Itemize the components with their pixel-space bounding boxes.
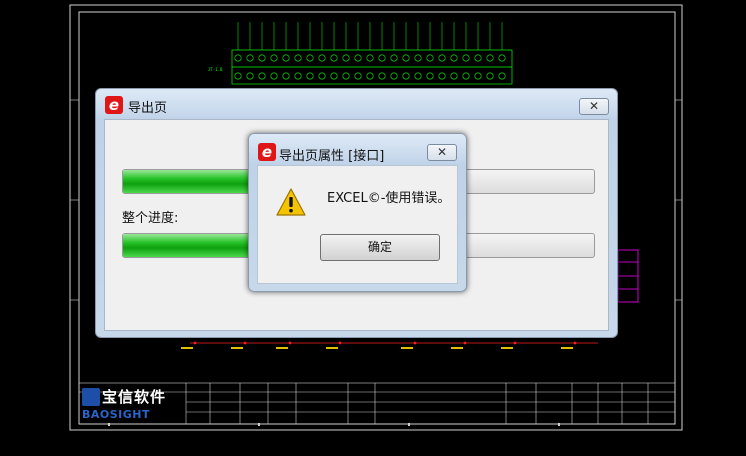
terminal-circle — [342, 54, 350, 62]
terminal-circle — [426, 72, 434, 80]
bus-tag — [231, 347, 243, 349]
terminal-circle — [426, 54, 434, 62]
terminal-circle — [438, 54, 446, 62]
baosight-logo: 宝信软件 BAOSIGHT — [80, 386, 184, 422]
terminal-circle — [234, 54, 242, 62]
terminal-circle — [366, 54, 374, 62]
bus-tag — [561, 347, 573, 349]
e-logo-icon: e — [105, 96, 123, 114]
logo-cn-text: 宝信软件 — [102, 388, 167, 406]
terminal-circle — [330, 72, 338, 80]
alert-dialog-close-button[interactable]: ✕ — [427, 144, 457, 161]
terminal-circle — [258, 72, 266, 80]
terminal-circle — [450, 72, 458, 80]
warning-icon — [276, 188, 306, 216]
bus-node — [338, 341, 342, 345]
svg-text:JT-1.B: JT-1.B — [208, 67, 223, 72]
terminal-circle — [342, 72, 350, 80]
terminal-circle — [294, 54, 302, 62]
bus-tag — [276, 347, 288, 349]
terminal-circle — [486, 54, 494, 62]
bus-node — [573, 341, 577, 345]
terminal-circle — [294, 72, 302, 80]
e-logo-icon: e — [258, 143, 276, 161]
alert-dialog-title: 导出页属性 [接口] — [279, 149, 385, 164]
export-window-title: 导出页 — [128, 101, 168, 116]
terminal-circle — [402, 72, 410, 80]
logo-en-text: BAOSIGHT — [82, 408, 151, 421]
bus-node — [513, 341, 517, 345]
terminal-circle — [474, 54, 482, 62]
bus-node — [288, 341, 292, 345]
terminal-circle — [246, 72, 254, 80]
terminal-circle — [462, 72, 470, 80]
terminal-circle — [390, 54, 398, 62]
alert-message: EXCEL©-使用错误。 — [327, 191, 451, 206]
terminal-circle — [258, 54, 266, 62]
terminal-circle — [486, 72, 494, 80]
terminal-circle — [498, 72, 506, 80]
terminal-circle — [354, 54, 362, 62]
bus-node — [243, 341, 247, 345]
bus-tag — [401, 347, 413, 349]
alert-dialog-client: EXCEL©-使用错误。 确定 — [257, 165, 458, 284]
bus-node — [463, 341, 467, 345]
export-window-close-button[interactable]: ✕ — [579, 98, 609, 115]
terminal-circle — [234, 72, 242, 80]
terminal-circle — [450, 54, 458, 62]
bus-tag — [181, 347, 193, 349]
terminal-circle — [270, 72, 278, 80]
export-window-titlebar[interactable]: e 导出页 ✕ — [96, 89, 617, 117]
ok-button[interactable]: 确定 — [320, 234, 440, 261]
logo-mark — [82, 388, 100, 406]
terminal-circle — [390, 72, 398, 80]
terminal-circle — [366, 72, 374, 80]
alert-dialog: e 导出页属性 [接口] ✕ EXCEL©-使用错误。 确定 — [248, 133, 467, 292]
terminal-circle — [414, 72, 422, 80]
overall-progress-label: 整个进度: — [122, 211, 179, 226]
terminal-circle — [318, 72, 326, 80]
bus-node — [193, 341, 197, 345]
terminal-circle — [378, 72, 386, 80]
terminal-circle — [282, 72, 290, 80]
terminal-circle — [306, 72, 314, 80]
terminal-circle — [282, 54, 290, 62]
terminal-circle — [474, 72, 482, 80]
bus-tag — [451, 347, 463, 349]
terminal-circle — [438, 72, 446, 80]
terminal-circle — [414, 54, 422, 62]
terminal-circle — [402, 54, 410, 62]
terminal-circle — [498, 54, 506, 62]
terminal-circle — [462, 54, 470, 62]
terminal-circle — [330, 54, 338, 62]
bus-tag — [326, 347, 338, 349]
terminal-circle — [378, 54, 386, 62]
terminal-circle — [246, 54, 254, 62]
terminal-circle — [270, 54, 278, 62]
alert-dialog-titlebar[interactable]: e 导出页属性 [接口] ✕ — [249, 134, 466, 164]
bus-node — [413, 341, 417, 345]
terminal-circle — [354, 72, 362, 80]
bus-tag — [501, 347, 513, 349]
terminal-circle — [318, 54, 326, 62]
terminal-circle — [306, 54, 314, 62]
